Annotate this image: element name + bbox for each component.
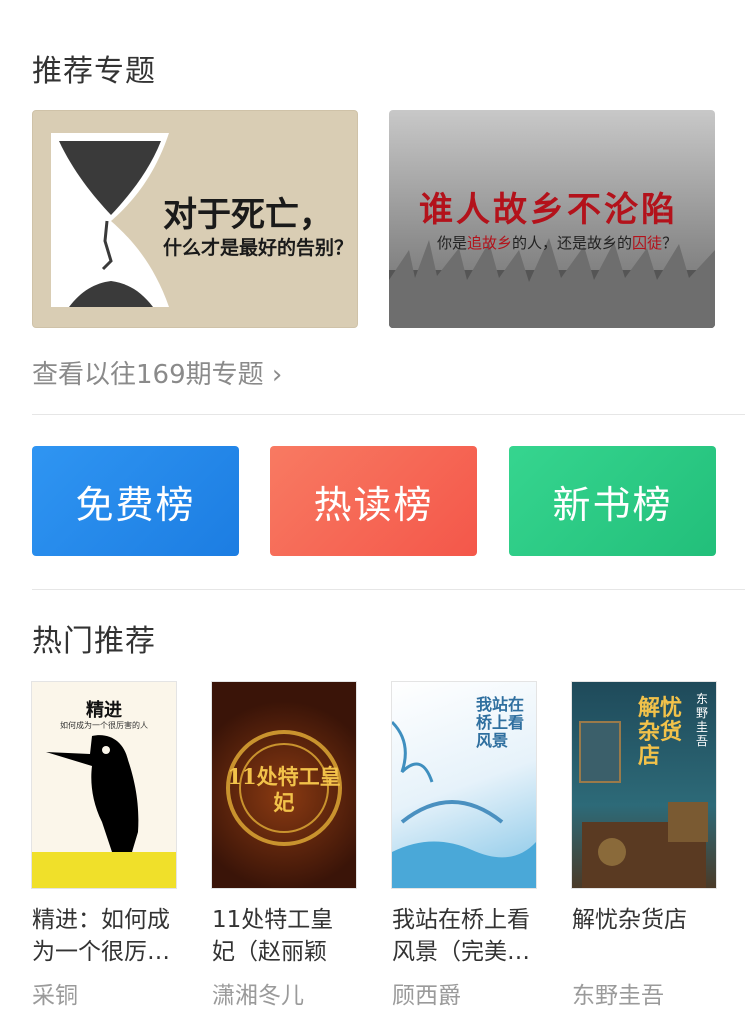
- book-title[interactable]: 解忧杂货店: [572, 904, 716, 968]
- book-card[interactable]: 解忧杂货店 东野圭吾 解忧杂货店 东野圭吾: [572, 682, 716, 1010]
- book-title[interactable]: 我站在桥上看风景（完美…: [392, 904, 536, 968]
- book-author: 潇湘冬儿: [212, 983, 304, 1009]
- hot-section-title: 热门推荐: [32, 624, 156, 659]
- topic-card-death[interactable]: 对于死亡， 什么才是最好的告别？: [32, 110, 358, 328]
- book-cover[interactable]: 精进 如何成为一个很厉害的人: [32, 682, 176, 888]
- topic2-headline: 谁人故乡不沦陷: [419, 190, 678, 230]
- bird-silhouette: [32, 735, 176, 888]
- book-cover[interactable]: 解忧杂货店 东野圭吾: [572, 682, 716, 888]
- book-author: 东野圭吾: [572, 983, 664, 1009]
- topic1-line2: 什么才是最好的告别？: [163, 237, 354, 259]
- more-topics-link[interactable]: 查看以往169期专题 ›: [32, 354, 282, 391]
- book-author: 采铜: [32, 983, 78, 1009]
- book-card[interactable]: 精进 如何成为一个很厉害的人 精进：如何成为一个很厉… 采铜: [32, 682, 176, 1010]
- book-title[interactable]: 11处特工皇妃（赵丽颖主…: [212, 904, 356, 968]
- new-ranking-button[interactable]: 新书榜: [509, 446, 716, 556]
- book-card[interactable]: 我站在桥上看风景 我站在桥上看风景（完美… 顾西爵: [392, 682, 536, 1010]
- recommend-section-title: 推荐专题: [32, 54, 156, 89]
- topic2-sub-c: 的人，还是故乡的: [512, 234, 633, 252]
- topic1-line1: 对于死亡，: [163, 195, 333, 235]
- topic2-subline: 你是追故乡的人，还是故乡的囚徒？: [437, 232, 677, 253]
- cover-author: 东野圭吾: [696, 692, 709, 748]
- book-cover[interactable]: 我站在桥上看风景: [392, 682, 536, 888]
- hot-ranking-button[interactable]: 热读榜: [270, 446, 477, 556]
- book-cover[interactable]: 11处特工皇妃: [212, 682, 356, 888]
- cover-title: 11处特工皇妃: [227, 764, 341, 815]
- book-title[interactable]: 精进：如何成为一个很厉…: [32, 904, 176, 968]
- free-ranking-button[interactable]: 免费榜: [32, 446, 239, 556]
- divider: [32, 414, 745, 415]
- book-card[interactable]: 11处特工皇妃 11处特工皇妃（赵丽颖主… 潇湘冬儿: [212, 682, 356, 1010]
- topic2-sub-d: 囚徒: [632, 234, 663, 252]
- topic2-sub-e: ？: [662, 234, 678, 252]
- divider: [32, 589, 745, 590]
- topic-card-hometown[interactable]: 谁人故乡不沦陷 你是追故乡的人，还是故乡的囚徒？: [389, 110, 715, 328]
- topic2-sub-b: 追故乡: [467, 234, 513, 252]
- cover-title: 解忧杂货店: [638, 695, 683, 769]
- cover-title: 我站在桥上看风景: [476, 695, 525, 750]
- book-author: 顾西爵: [392, 983, 461, 1009]
- topic2-sub-a: 你是: [437, 234, 468, 252]
